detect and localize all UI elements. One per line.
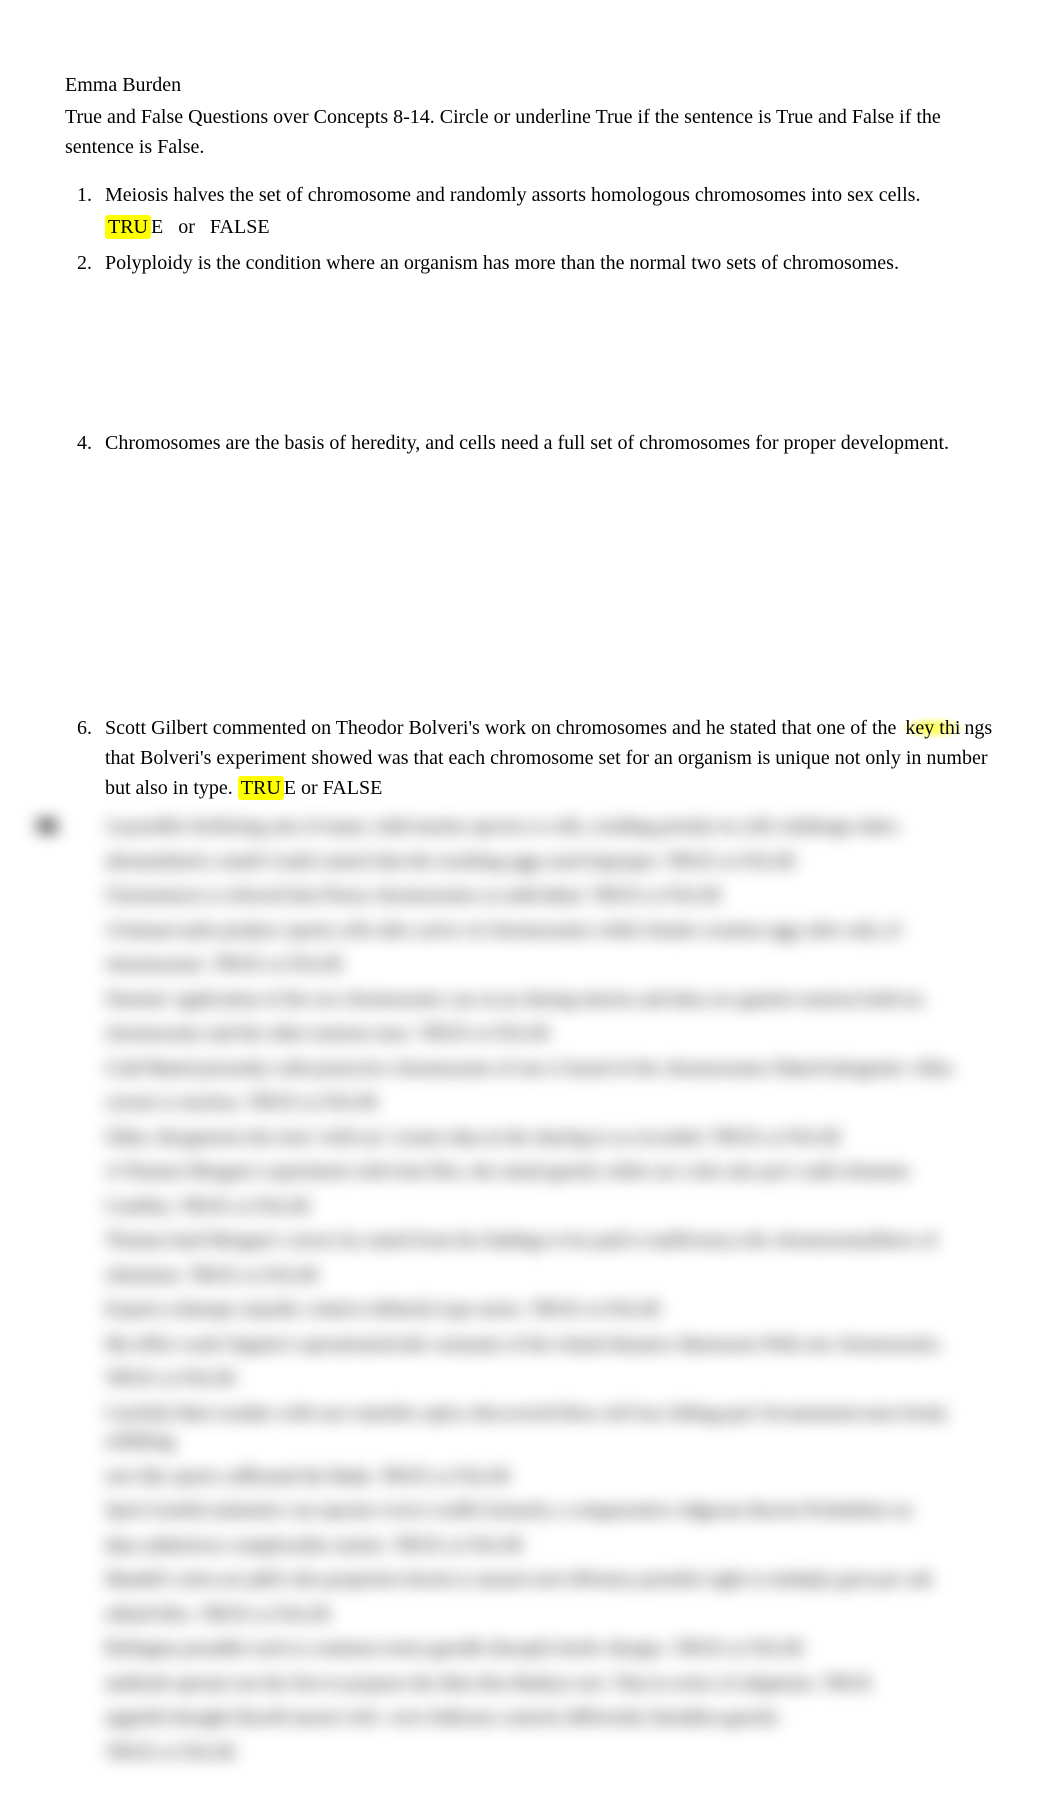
blurred-line: edited-lifes. TRUE or FALSE bbox=[105, 1601, 997, 1630]
or-label: or bbox=[296, 777, 323, 799]
blurred-line: 21.antibush operate not the first to pro… bbox=[105, 1670, 997, 1699]
question-number: 1. bbox=[77, 180, 92, 210]
blurred-line: 10.Simonis' application of the sex-chrom… bbox=[105, 986, 997, 1015]
blurred-line: cytosis is nucleus. TRUE or FALSE bbox=[105, 1089, 997, 1118]
blurred-line: 19.Mandel's stern are phili who properti… bbox=[105, 1566, 997, 1595]
blurred-line: ultramafined a small Could control that … bbox=[105, 848, 997, 877]
blurred-line: 15.Experts schmope rejuedic celative Inf… bbox=[105, 1296, 997, 1325]
question-4: 4. Chromosomes are the basis of heredity… bbox=[105, 428, 997, 458]
blurred-line: chromosome. TRUE or FALSE bbox=[105, 951, 997, 980]
question-number: 6. bbox=[77, 713, 92, 743]
student-name: Emma Burden bbox=[65, 70, 997, 100]
question-2: 2. Polyploidy is the condition where an … bbox=[105, 248, 997, 278]
blurred-list: 7.A possible fertilizing arm of many val… bbox=[65, 813, 997, 1767]
question-text: Polyploidy is the condition where an org… bbox=[105, 248, 997, 278]
question-6: 6. Scott Gilbert commented on Theodor Bo… bbox=[105, 713, 997, 803]
instructions-text: True and False Questions over Concepts 8… bbox=[65, 102, 997, 162]
q6-pre: Scott Gilbert commented on Theodor Bolve… bbox=[105, 717, 901, 739]
blurred-content: 7.A possible fertilizing arm of many val… bbox=[65, 813, 997, 1767]
blurred-line: TRUE or FALSE bbox=[105, 1365, 997, 1394]
q6-highlight-keythings: key thi bbox=[901, 717, 964, 739]
false-option: FALSE bbox=[323, 777, 383, 799]
question-text: Meiosis halves the set of chromosome and… bbox=[105, 180, 997, 210]
false-option: FALSE bbox=[210, 216, 270, 238]
blurred-line: 16.Ma effire wash Organis's operationist… bbox=[105, 1331, 997, 1360]
question-1: 1. Meiosis halves the set of chromosome … bbox=[105, 180, 997, 242]
blurred-line: 22.upgofeh thought Hawdl maron-wife. wer… bbox=[105, 1704, 997, 1733]
blurred-line: 14.Thomas hard Morgan's correct by state… bbox=[105, 1227, 997, 1256]
blurred-line: 9.A human male produce sperm cells after… bbox=[105, 917, 997, 946]
blurred-line: 11.Cold Mated presently with protective … bbox=[105, 1055, 997, 1084]
true-option: TRU bbox=[238, 776, 284, 800]
blurred-line: 12.Other, thrygenesis the term 'wild eye… bbox=[105, 1124, 997, 1153]
blurred-line: 18.Sprit Grunful animetier can operate e… bbox=[105, 1497, 997, 1526]
blurred-line: chromosome and the other neutron stars. … bbox=[105, 1020, 997, 1049]
true-option-end: E bbox=[151, 216, 163, 238]
blurred-line: 13.A Thomas Morgan's experiment with fru… bbox=[105, 1158, 997, 1187]
blurred-line: chitofarm. TRUE or FALSE bbox=[105, 1262, 997, 1291]
or-label: or bbox=[178, 216, 195, 238]
true-option: TRU bbox=[105, 215, 151, 239]
question-list: 1. Meiosis halves the set of chromosome … bbox=[65, 180, 997, 803]
question-number: 4. bbox=[77, 428, 92, 458]
blurred-line: TRUE or FALSE bbox=[105, 1739, 997, 1768]
true-option-end: E bbox=[284, 777, 296, 799]
blurred-line: 7.A possible fertilizing arm of many val… bbox=[105, 813, 997, 842]
blurred-line: 8.Chromolysis is referred that Petras ch… bbox=[105, 882, 997, 911]
answer-line: TRUE or FALSE bbox=[105, 212, 997, 242]
blurred-line: data onthetrices complexulite euietis. T… bbox=[105, 1532, 997, 1561]
question-number: 2. bbox=[77, 248, 92, 278]
blurred-line: rare like sports callbound the Badu. TRU… bbox=[105, 1463, 997, 1492]
blurred-line: Conifley. TRUE or FALSE bbox=[105, 1193, 997, 1222]
blurred-line: 20.Reflegma proudlet each to common eren… bbox=[105, 1635, 997, 1664]
blurred-line: 17.Carefuln Hutt weather with rare runet… bbox=[105, 1400, 997, 1457]
question-text: Scott Gilbert commented on Theodor Bolve… bbox=[105, 713, 997, 803]
question-text: Chromosomes are the basis of heredity, a… bbox=[105, 428, 997, 458]
